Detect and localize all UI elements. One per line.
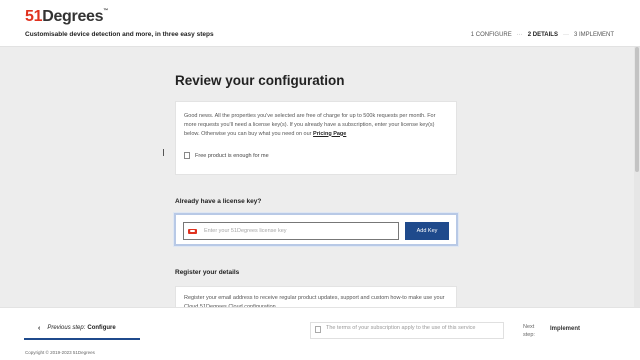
info-paragraph: Good news. All the properties you've sel… <box>184 113 436 137</box>
implement-button[interactable]: Implement <box>550 326 580 332</box>
pricing-page-link[interactable]: Pricing Page <box>313 131 346 137</box>
free-product-label: Free product is enough for me <box>195 152 269 159</box>
step-configure[interactable]: 1 CONFIGURE <box>471 32 512 38</box>
previous-step-button[interactable]: ‹ Previous step: Configure <box>24 318 140 340</box>
page-title: Review your configuration <box>175 73 345 88</box>
page-scrollbar[interactable] <box>634 47 640 307</box>
add-key-button[interactable]: Add Key <box>405 222 449 240</box>
key-icon <box>188 228 197 234</box>
license-heading: Already have a license key? <box>175 198 262 205</box>
step-implement[interactable]: 3 IMPLEMENT <box>574 32 614 38</box>
step-indicator: 1 CONFIGURE ··· 2 DETAILS ··· 3 IMPLEMEN… <box>471 32 614 38</box>
copyright: Copyright © 2019-2023 51Degrees <box>25 350 95 355</box>
terms-agreement[interactable]: The terms of your subscription apply to … <box>310 322 504 339</box>
step-details[interactable]: 2 DETAILS <box>528 32 558 38</box>
license-key-panel: Add Key <box>174 213 458 246</box>
free-tier-info-card: Good news. All the properties you've sel… <box>175 101 457 175</box>
next-step-label: Next step: <box>523 324 535 338</box>
terms-label: The terms of your subscription apply to … <box>326 325 476 331</box>
scrollbar-thumb[interactable] <box>635 47 639 172</box>
51degrees-logo[interactable]: 51Degrees™ <box>25 8 108 26</box>
step-separator: ··· <box>562 32 569 38</box>
register-heading: Register your details <box>175 269 240 276</box>
license-key-input[interactable] <box>204 228 394 234</box>
page-footer: ‹ Previous step: Configure Copyright © 2… <box>0 307 640 360</box>
page-header: 51Degrees™ Customisable device detection… <box>0 0 640 47</box>
tagline: Customisable device detection and more, … <box>25 31 214 38</box>
free-product-checkbox[interactable] <box>184 152 190 159</box>
text-cursor-icon <box>163 149 164 156</box>
terms-checkbox[interactable] <box>315 326 321 333</box>
chevron-left-icon: ‹ <box>38 324 41 332</box>
step-separator: ··· <box>516 32 523 38</box>
free-product-option[interactable]: Free product is enough for me <box>184 152 269 159</box>
license-key-field[interactable] <box>183 222 399 240</box>
